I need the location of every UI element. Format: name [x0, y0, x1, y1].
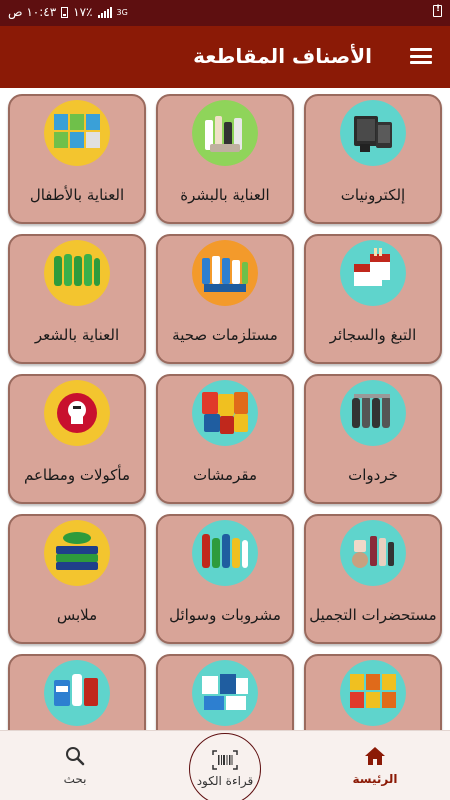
- nav-scan-barcode[interactable]: قراءة الكود: [189, 733, 261, 800]
- electronics-image: [340, 100, 406, 166]
- category-card-electronics[interactable]: إلكترونيات: [304, 94, 442, 224]
- health-supplies-image: [192, 240, 258, 306]
- sim-alert-icon: [433, 4, 442, 17]
- category-label: العناية بالبشرة: [180, 186, 270, 204]
- nav-home[interactable]: الرئيسة: [320, 731, 430, 800]
- bottom-navigation: الرئيسة قراءة الكود بحث: [0, 730, 450, 800]
- category-label: العناية بالشعر: [34, 326, 120, 344]
- category-card-hardware[interactable]: خردوات: [304, 374, 442, 504]
- category-card-detergents[interactable]: [8, 654, 146, 730]
- home-icon: [365, 747, 385, 765]
- network-type: 3G: [116, 7, 128, 17]
- nav-home-label: الرئيسة: [352, 772, 398, 786]
- detergents-image: [44, 660, 110, 726]
- category-card-drinks[interactable]: مشروبات وسوائل: [156, 514, 294, 644]
- clothes-image: [44, 520, 110, 586]
- category-grid: إلكترونيات العناية بالبشرة العناية بالأط…: [0, 88, 450, 730]
- cosmetics-image: [340, 520, 406, 586]
- category-label: ملابس: [56, 606, 98, 624]
- snacks-image: [192, 380, 258, 446]
- menu-icon[interactable]: [410, 46, 432, 66]
- category-card-cosmetics[interactable]: مستحضرات التجميل: [304, 514, 442, 644]
- nav-scan-label: قراءة الكود: [196, 774, 254, 788]
- app-bar: الأصناف المقاطعة: [0, 26, 450, 88]
- category-card-hair-care[interactable]: العناية بالشعر: [8, 234, 146, 364]
- category-card-restaurants[interactable]: مأكولات ومطاعم: [8, 374, 146, 504]
- category-card-skincare[interactable]: العناية بالبشرة: [156, 94, 294, 224]
- category-label: مستلزمات صحية: [172, 326, 278, 344]
- status-time: ١٠:٤٣ ص: [8, 5, 57, 19]
- category-card-food-packages[interactable]: [304, 654, 442, 730]
- signal-icon: [97, 6, 112, 18]
- category-label: مستحضرات التجميل: [309, 606, 437, 624]
- battery-level: ١٧٪: [73, 5, 93, 19]
- category-card-paper-products[interactable]: [156, 654, 294, 730]
- category-card-clothes[interactable]: ملابس: [8, 514, 146, 644]
- battery-icon: [61, 6, 69, 18]
- category-label: مأكولات ومطاعم: [23, 466, 131, 484]
- barcode-scan-icon: [212, 750, 238, 770]
- search-icon: [66, 747, 85, 766]
- nav-search-label: بحث: [63, 772, 87, 786]
- category-label: مقرمشات: [192, 466, 257, 484]
- food-packages-image: [340, 660, 406, 726]
- page-title: الأصناف المقاطعة: [193, 44, 372, 68]
- nav-search[interactable]: بحث: [20, 731, 130, 800]
- paper-products-image: [192, 660, 258, 726]
- baby-care-image: [44, 100, 110, 166]
- category-label: العناية بالأطفال: [29, 186, 125, 204]
- category-label: إلكترونيات: [340, 186, 406, 204]
- category-label: التبغ والسجائر: [329, 326, 417, 344]
- skincare-image: [192, 100, 258, 166]
- category-label: مشروبات وسوائل: [169, 606, 281, 624]
- category-card-baby-care[interactable]: العناية بالأطفال: [8, 94, 146, 224]
- category-card-health-supplies[interactable]: مستلزمات صحية: [156, 234, 294, 364]
- hardware-image: [340, 380, 406, 446]
- status-bar: ١٠:٤٣ ص ١٧٪ 3G: [0, 0, 450, 26]
- tobacco-image: [340, 240, 406, 306]
- drinks-image: [192, 520, 258, 586]
- category-card-tobacco[interactable]: التبغ والسجائر: [304, 234, 442, 364]
- category-card-snacks[interactable]: مقرمشات: [156, 374, 294, 504]
- kfc-image: [44, 380, 110, 446]
- category-label: خردوات: [348, 466, 398, 484]
- hair-care-image: [44, 240, 110, 306]
